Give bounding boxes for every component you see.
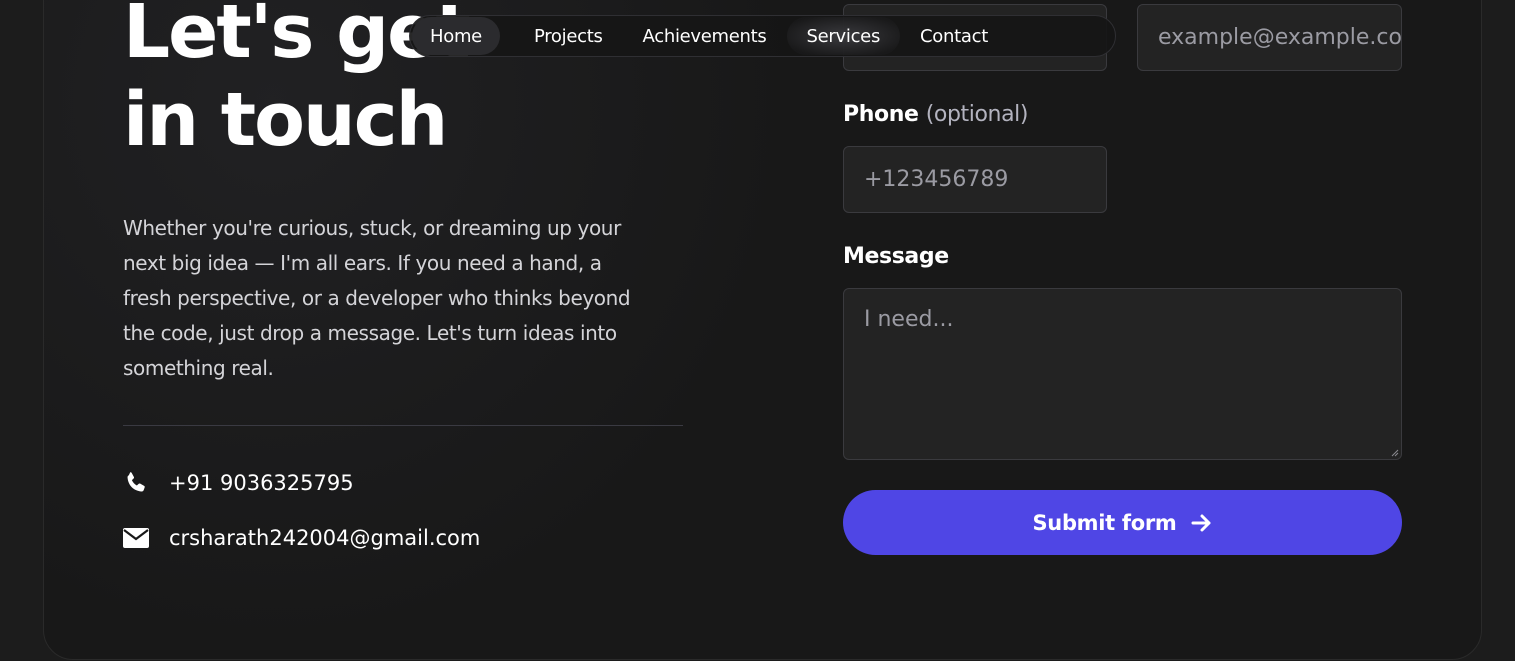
submit-label: Submit form — [1032, 510, 1177, 535]
envelope-icon — [123, 524, 150, 551]
divider — [123, 425, 683, 426]
main-nav: Home Projects Achievements Services Cont… — [409, 15, 1116, 57]
intro-text: Whether you're curious, stuck, or dreami… — [123, 216, 631, 380]
message-textarea[interactable]: I need... — [843, 288, 1402, 460]
phone-input[interactable]: +123456789 — [843, 146, 1107, 213]
email-input[interactable]: example@example.com — [1137, 4, 1402, 71]
phone-optional-text: (optional) — [925, 102, 1029, 127]
phone-label-text: Phone — [843, 102, 919, 127]
contact-email[interactable]: crsharath242004@gmail.com — [123, 524, 480, 551]
headline-line-2: in touch — [123, 77, 448, 163]
resize-handle-icon[interactable] — [1391, 449, 1399, 457]
message-placeholder: I need... — [864, 307, 954, 332]
submit-button[interactable]: Submit form — [843, 490, 1402, 555]
contact-email-text: crsharath242004@gmail.com — [169, 525, 481, 550]
nav-item-home[interactable]: Home — [412, 17, 500, 55]
message-label: Message — [843, 244, 949, 269]
phone-label: Phone (optional) — [843, 102, 1028, 127]
contact-phone[interactable]: +91 9036325795 — [123, 469, 354, 496]
arrow-right-icon — [1191, 513, 1213, 533]
nav-item-services[interactable]: Services — [786, 17, 901, 55]
contact-phone-text: +91 9036325795 — [169, 470, 354, 495]
nav-item-achievements[interactable]: Achievements — [623, 17, 787, 55]
phone-icon — [123, 469, 150, 496]
nav-item-contact[interactable]: Contact — [900, 17, 1008, 55]
nav-item-projects[interactable]: Projects — [514, 17, 623, 55]
